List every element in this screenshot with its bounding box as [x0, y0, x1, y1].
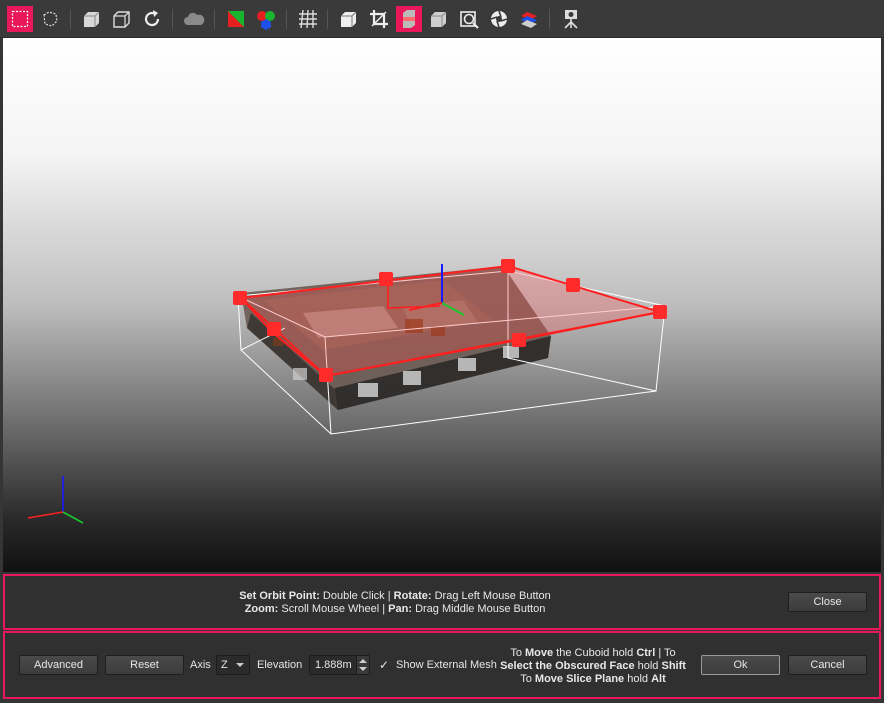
orbit-value: Double Click: [322, 590, 385, 602]
close-button[interactable]: Close: [788, 592, 867, 612]
layers-icon[interactable]: [516, 6, 542, 32]
color-icon[interactable]: [223, 6, 249, 32]
handle: [501, 259, 515, 273]
slice-icon[interactable]: [396, 6, 422, 32]
grid-icon[interactable]: [295, 6, 321, 32]
zoom-value: Scroll Mouse Wheel: [281, 603, 380, 615]
ok-button[interactable]: Ok: [701, 655, 780, 675]
orbit-label: Set Orbit Point:: [239, 590, 320, 602]
handle: [566, 278, 580, 292]
axis-label: Axis: [190, 659, 211, 671]
crop-icon[interactable]: [366, 6, 392, 32]
handle: [233, 291, 247, 305]
elevation-input[interactable]: 1.888m: [309, 655, 370, 675]
lasso-select-icon[interactable]: [37, 6, 63, 32]
modifier-hint-text: To Move the Cuboid hold Ctrl | To Select…: [500, 647, 686, 685]
show-mesh-checkbox[interactable]: ✓: [379, 655, 389, 675]
elevation-stepper[interactable]: [356, 656, 369, 674]
slice-controls-panel: Advanced Reset Axis Z Elevation 1.888m ✓…: [3, 631, 881, 699]
handle: [379, 272, 393, 286]
rotate-icon[interactable]: [139, 6, 165, 32]
chevron-down-icon[interactable]: [359, 667, 367, 671]
aperture-icon[interactable]: [486, 6, 512, 32]
handle: [267, 322, 281, 336]
box-view-icon[interactable]: [336, 6, 362, 32]
show-mesh-label: Show External Mesh: [396, 659, 497, 671]
navigation-help-text: Set Orbit Point: Double Click | Rotate: …: [239, 590, 551, 615]
navigation-help-panel: Set Orbit Point: Double Click | Rotate: …: [3, 574, 881, 630]
axis-value: Z: [221, 659, 228, 671]
cuboid-remove-icon[interactable]: [109, 6, 135, 32]
axis-triad: [27, 476, 84, 524]
axis-select[interactable]: Z: [216, 655, 250, 675]
handle: [653, 305, 667, 319]
rectangle-select-icon[interactable]: [7, 6, 33, 32]
zoom-label: Zoom:: [244, 603, 279, 615]
mesh-icon[interactable]: [426, 6, 452, 32]
camera-view-icon[interactable]: [456, 6, 482, 32]
chevron-down-icon: [236, 663, 244, 667]
elevation-label: Elevation: [257, 659, 303, 671]
toolbar: [0, 0, 884, 38]
chevron-up-icon[interactable]: [359, 659, 367, 663]
handle: [319, 368, 333, 382]
rotate-value: Drag Left Mouse Button: [434, 590, 551, 602]
handle: [512, 333, 526, 347]
rotate-label: Rotate:: [393, 590, 432, 602]
cuboid-add-icon[interactable]: [79, 6, 105, 32]
elevation-value: 1.888m: [315, 659, 352, 671]
pan-label: Pan:: [388, 603, 413, 615]
3d-viewport[interactable]: [3, 38, 881, 572]
advanced-button[interactable]: Advanced: [19, 655, 98, 675]
rgb-icon[interactable]: [253, 6, 279, 32]
cancel-button[interactable]: Cancel: [788, 655, 867, 675]
pan-value: Drag Middle Mouse Button: [415, 603, 546, 615]
scanner-icon[interactable]: [558, 6, 584, 32]
reset-button[interactable]: Reset: [105, 655, 184, 675]
cloud-icon[interactable]: [181, 6, 207, 32]
